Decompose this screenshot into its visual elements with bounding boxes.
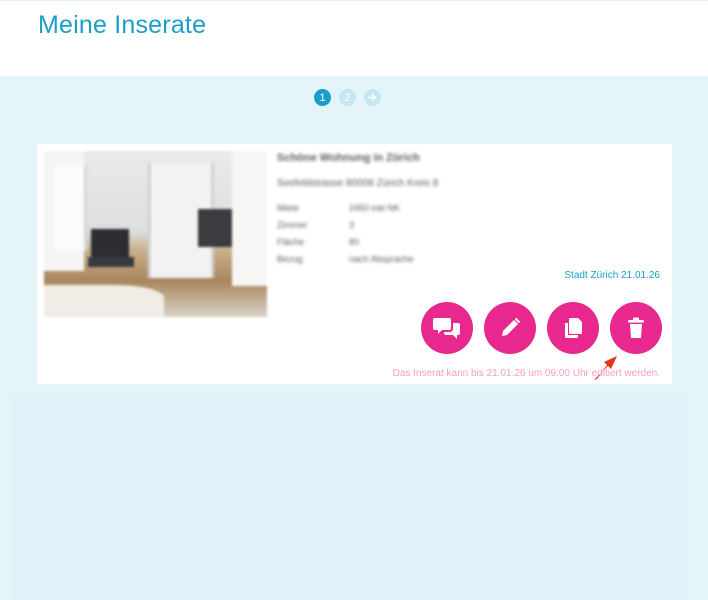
pagination: 1 2	[314, 89, 381, 107]
annotation-arrow-icon	[594, 356, 617, 380]
detail-row: Fläche 80	[277, 237, 657, 254]
pencil-icon	[502, 317, 521, 336]
copy-icon	[565, 318, 582, 338]
next-page-button[interactable]	[364, 89, 381, 106]
detail-value: nach Absprache	[349, 254, 414, 264]
listing-actions	[421, 302, 662, 354]
page-header: Meine Inserate	[0, 0, 708, 76]
page-2-button[interactable]: 2	[339, 89, 356, 106]
listing-card: Schöne Wohnung in Zürich Seefeldstrasse …	[37, 144, 672, 384]
detail-value: 80	[349, 237, 360, 247]
listing-title[interactable]: Schöne Wohnung in Zürich	[277, 152, 657, 164]
detail-value: 3	[349, 220, 355, 230]
detail-row: Miete 2450 inkl NK	[277, 203, 657, 220]
delete-button[interactable]	[610, 302, 662, 354]
page-title: Meine Inserate	[38, 11, 207, 39]
detail-key: Zimmer	[277, 220, 308, 230]
detail-row: Bezug nach Absprache	[277, 254, 657, 271]
arrow-right-icon	[368, 93, 377, 102]
trash-icon	[628, 317, 644, 338]
messages-button[interactable]	[421, 302, 473, 354]
edit-button[interactable]	[484, 302, 536, 354]
listing-info: Schöne Wohnung in Zürich Seefeldstrasse …	[277, 152, 657, 271]
detail-value: 2450 inkl NK	[349, 203, 401, 213]
page-1-button[interactable]: 1	[314, 89, 331, 106]
listing-photo[interactable]	[44, 151, 267, 317]
detail-row: Zimmer 3	[277, 220, 657, 237]
detail-key: Bezug	[277, 254, 303, 264]
listing-address: Seefeldstrasse 80008 Zürich Kreis 8	[277, 178, 439, 189]
detail-key: Fläche	[277, 237, 305, 247]
listing-location-date: Stadt Zürich 21.01.26	[564, 270, 660, 281]
lower-panel	[12, 396, 686, 600]
chat-bubbles-icon	[433, 318, 460, 339]
detail-key: Miete	[277, 203, 300, 213]
copy-button[interactable]	[547, 302, 599, 354]
